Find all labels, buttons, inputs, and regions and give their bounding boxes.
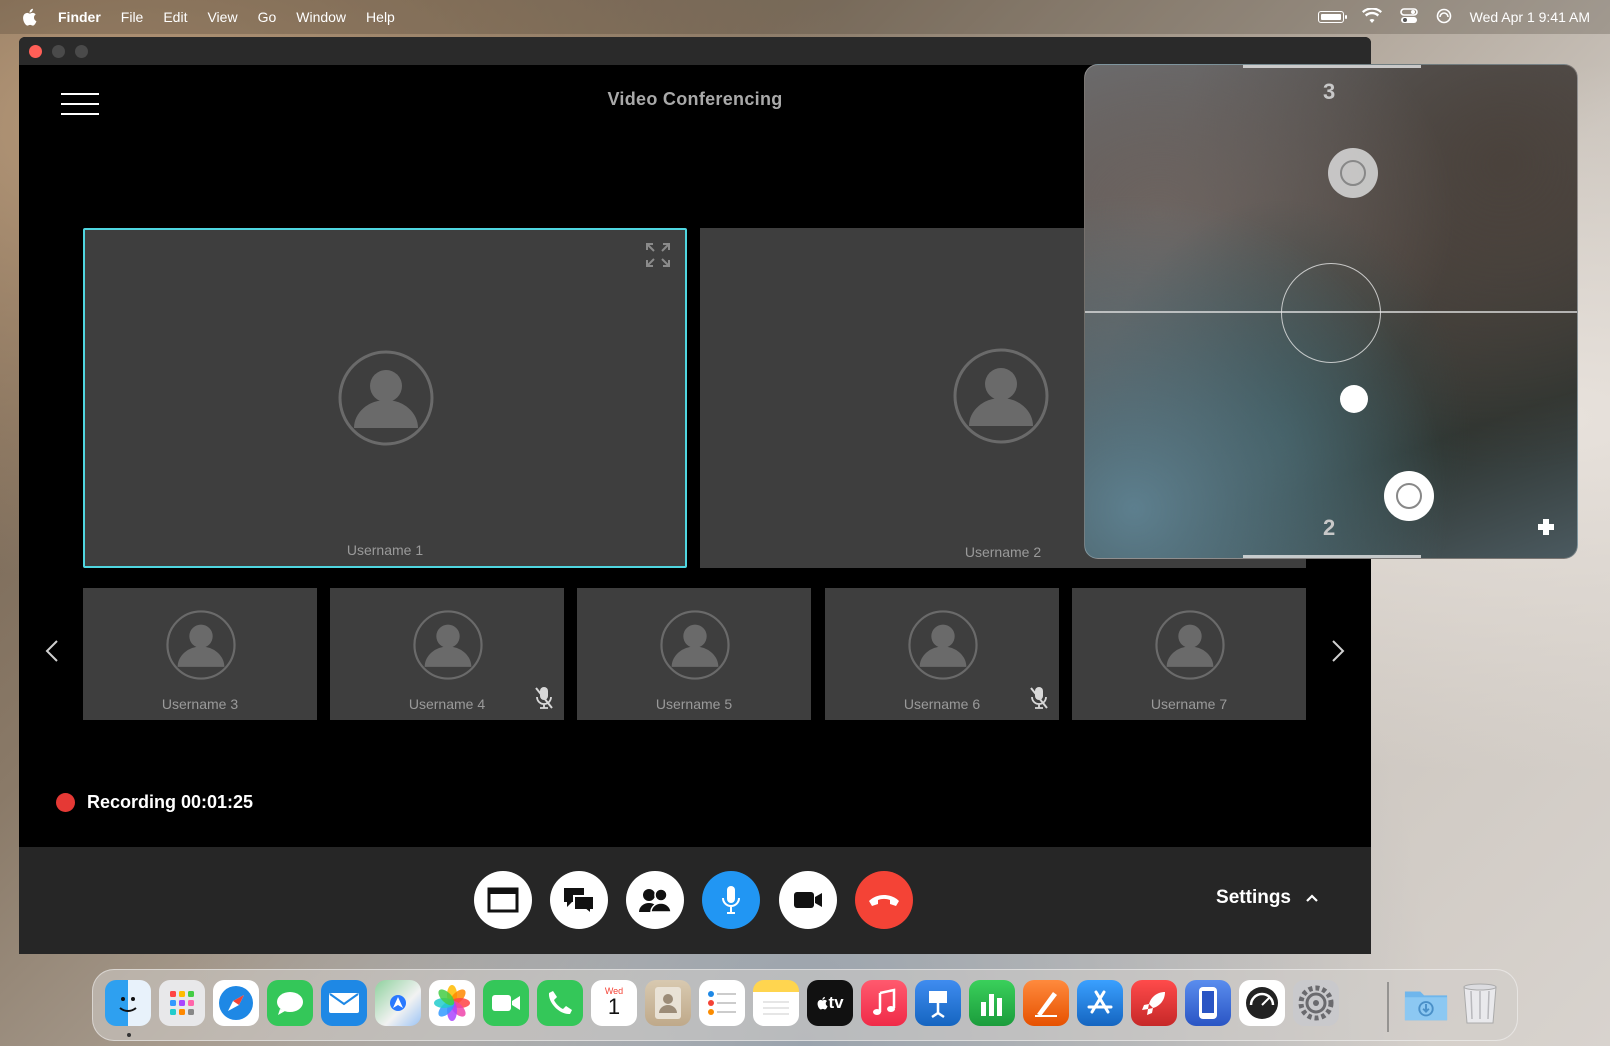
reminders-icon[interactable]	[699, 980, 745, 1026]
chat-button[interactable]	[550, 871, 608, 929]
window-zoom-button[interactable]	[75, 44, 88, 58]
avatar-icon	[166, 610, 236, 680]
window-minimize-button[interactable]	[52, 44, 65, 58]
menu-file[interactable]: File	[121, 9, 144, 25]
overlay-center-ring	[1281, 263, 1381, 363]
facetime-icon[interactable]	[483, 980, 529, 1026]
finder-icon[interactable]	[105, 980, 151, 1026]
calendar-date: 1	[607, 994, 621, 1019]
chevron-up-icon	[1306, 894, 1318, 902]
apple-menu-icon[interactable]	[20, 7, 38, 27]
tv-label: tv	[828, 993, 844, 1012]
recording-label: Recording 00:01:25	[87, 792, 254, 812]
trash-icon[interactable]	[1457, 980, 1503, 1026]
music-icon[interactable]	[861, 980, 907, 1026]
participant-name: Username 7	[1150, 696, 1228, 712]
recording-indicator: Recording 00:01:25	[56, 792, 253, 813]
apple-tv-icon[interactable]: tv	[807, 980, 853, 1026]
window-titlebar	[19, 37, 1371, 65]
call-controls-bar: Settings	[19, 847, 1371, 954]
recording-dot-icon	[56, 793, 75, 812]
next-page-arrow[interactable]	[1328, 639, 1348, 667]
menu-help[interactable]: Help	[366, 9, 395, 25]
participant-tile-1[interactable]: Username 1	[83, 228, 687, 568]
overlay-top-number: 3	[1323, 79, 1336, 104]
participant-name: Username 5	[655, 696, 733, 712]
screen-time-icon[interactable]	[1436, 8, 1452, 27]
menu-clock[interactable]: Wed Apr 1 9:41 AM	[1470, 9, 1590, 25]
participant-thumb-4[interactable]: Username 4	[330, 588, 564, 720]
menu-bar: Finder File Edit View Go Window Help Wed…	[0, 0, 1610, 34]
avatar-icon	[953, 348, 1049, 444]
overlay-bottom-number: 2	[1323, 515, 1336, 540]
maps-icon[interactable]	[375, 980, 421, 1026]
window-close-button[interactable]	[29, 44, 42, 58]
messages-icon[interactable]	[267, 980, 313, 1026]
participant-name: Username 6	[903, 696, 981, 712]
avatar-icon	[413, 610, 483, 680]
participant-name: Username 4	[408, 696, 486, 712]
avatar-icon	[1155, 610, 1225, 680]
participant-thumb-7[interactable]: Username 7	[1072, 588, 1306, 720]
mail-icon[interactable]	[321, 980, 367, 1026]
hang-up-icon	[869, 895, 899, 906]
avatar-icon	[908, 610, 978, 680]
dock: Wed 1 tv	[92, 969, 1518, 1041]
previous-page-arrow[interactable]	[42, 639, 62, 667]
microphone-icon	[722, 886, 740, 914]
system-settings-icon[interactable]	[1293, 980, 1339, 1026]
participants-button[interactable]	[626, 871, 684, 929]
notes-icon[interactable]	[753, 980, 799, 1026]
participant-thumb-6[interactable]: Username 6	[825, 588, 1059, 720]
menu-edit[interactable]: Edit	[163, 9, 187, 25]
chat-icon	[564, 888, 595, 914]
settings-button[interactable]: Settings	[1216, 887, 1319, 909]
calendar-icon[interactable]: Wed 1	[591, 980, 637, 1026]
app-store-icon[interactable]	[1077, 980, 1123, 1026]
activity-monitor-icon[interactable]	[1239, 980, 1285, 1026]
microphone-button[interactable]	[702, 871, 760, 929]
participant-name: Username 3	[161, 696, 239, 712]
settings-label: Settings	[1216, 887, 1291, 908]
overlay-top-edge	[1243, 65, 1421, 68]
expand-icon[interactable]	[645, 242, 671, 268]
participant-thumb-5[interactable]: Username 5	[577, 588, 811, 720]
share-screen-button[interactable]	[474, 871, 532, 929]
menu-view[interactable]: View	[207, 9, 237, 25]
avatar-icon	[660, 610, 730, 680]
video-camera-icon	[794, 892, 822, 908]
photos-icon[interactable]	[429, 980, 475, 1026]
camera-button[interactable]	[779, 871, 837, 929]
keynote-icon[interactable]	[915, 980, 961, 1026]
menu-go[interactable]: Go	[258, 9, 277, 25]
people-icon	[639, 888, 672, 913]
participant-thumb-3[interactable]: Username 3	[83, 588, 317, 720]
overlay-position-dot[interactable]	[1340, 385, 1368, 413]
control-center-icon[interactable]	[1399, 7, 1418, 27]
collapse-icon[interactable]	[1533, 514, 1559, 540]
menu-finder[interactable]: Finder	[58, 9, 101, 25]
floating-control-panel[interactable]: 3 2	[1084, 64, 1578, 559]
finder-running-indicator	[127, 1033, 131, 1037]
pages-icon[interactable]	[1023, 980, 1069, 1026]
wifi-icon[interactable]	[1361, 6, 1382, 27]
contacts-icon[interactable]	[645, 980, 691, 1026]
safari-icon[interactable]	[213, 980, 259, 1026]
battery-icon[interactable]	[1317, 11, 1347, 23]
participant-name: Username 1	[346, 542, 424, 558]
dock-separator	[1387, 982, 1389, 1032]
rocket-app-icon[interactable]	[1131, 980, 1177, 1026]
avatar-icon	[338, 350, 434, 446]
launchpad-icon[interactable]	[159, 980, 205, 1026]
numbers-icon[interactable]	[969, 980, 1015, 1026]
end-call-button[interactable]	[855, 871, 913, 929]
overlay-knob-bottom[interactable]	[1384, 471, 1434, 521]
menu-window[interactable]: Window	[296, 9, 346, 25]
screen-icon	[487, 887, 519, 913]
downloads-folder-icon[interactable]	[1403, 980, 1449, 1026]
overlay-knob-top[interactable]	[1328, 148, 1378, 198]
simulator-icon[interactable]	[1185, 980, 1231, 1026]
phone-icon[interactable]	[537, 980, 583, 1026]
overlay-bottom-edge	[1243, 555, 1421, 558]
